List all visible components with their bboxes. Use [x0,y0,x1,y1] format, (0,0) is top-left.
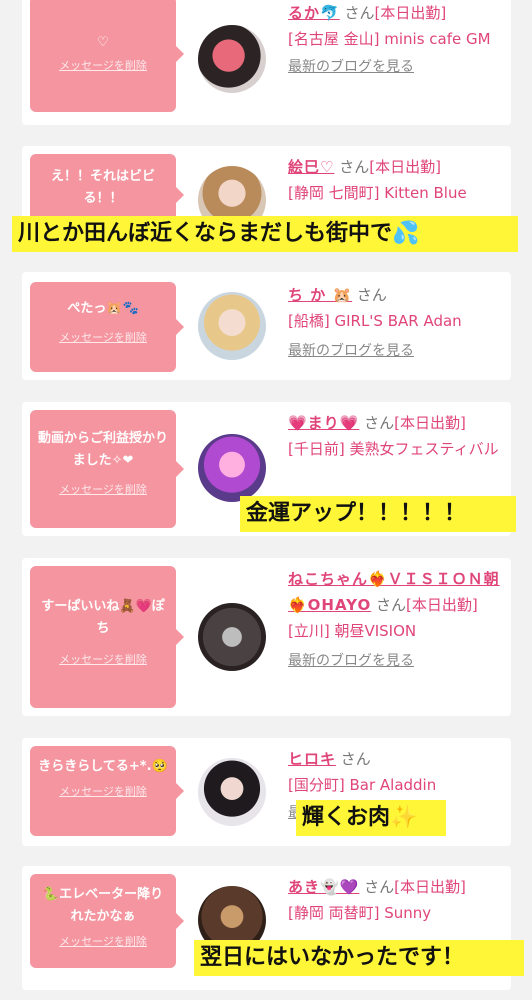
message-text: え！！それはビビる！！ [50,169,155,206]
delete-message-link[interactable]: メッセージを削除 [30,482,176,498]
cast-name-link[interactable]: るか🐬 [288,4,340,22]
cast-info: ねこちゃん❤️‍🔥ＶＩＳＩＯＮ朝❤️‍🔥OHAYO さん[本日出勤] [立川] … [288,566,506,672]
caption-overlay: 金運アップ！！！！！ [240,496,516,532]
shop-name: [千日前] 美熟女フェスティバル [288,440,499,458]
cast-info: あき👻💜 さん[本日出勤] [静岡 両替町] Sunny [288,874,506,926]
avatar[interactable] [198,25,266,93]
cast-info: ち か 🐹 さん [船橋] GIRL'S BAR Adan 最新のブログを見る [288,282,506,362]
delete-message-link[interactable]: メッセージを削除 [30,934,176,950]
cast-info: 絵巳♡ さん[本日出勤] [静岡 七間町] Kitten Blue [288,154,506,206]
message-bubble: 🐍エレベーター降りれたかなぁ メッセージを削除 [30,874,184,968]
caption-overlay: 輝くお肉✨ [296,800,446,836]
message-bubble: ぺたっ🐹🐾 メッセージを削除 [30,282,184,372]
status-badge: [本日出勤] [394,878,466,896]
cast-name-link[interactable]: 絵巳♡ [288,158,334,176]
message-text: きらきらしてる+*.🥺 [38,759,168,774]
message-text: 🐍エレベーター降りれたかなぁ [42,887,164,924]
message-bubble: きらきらしてる+*.🥺 メッセージを削除 [30,746,184,836]
message-card: ♡ メッセージを削除 るか🐬 さん[本日出勤] [名古屋 金山] minis c… [22,0,511,125]
avatar[interactable] [198,434,266,502]
cast-name-link[interactable]: あき👻💜 [288,878,359,896]
blog-link[interactable]: 最新のブログを見る [288,650,506,672]
shop-name: [名古屋 金山] minis cafe GM [288,30,491,48]
delete-message-link[interactable]: メッセージを削除 [30,330,176,346]
message-bubble: すーぱいいね🧸💗ぽち メッセージを削除 [30,566,184,708]
avatar[interactable] [198,603,266,671]
cast-name-link[interactable]: ヒロキ [288,750,336,768]
caption-overlay: 翌日にはいなかったです！ [194,940,524,976]
message-text: すーぱいいね🧸💗ぽち [41,599,165,636]
shop-name: [立川] 朝昼VISION [288,622,417,640]
cast-info: るか🐬 さん[本日出勤] [名古屋 金山] minis cafe GM 最新のブ… [288,0,506,78]
status-badge: [本日出勤] [406,596,478,614]
delete-message-link[interactable]: メッセージを削除 [30,58,176,74]
caption-overlay: 川とか田んぼ近くならまだしも街中で💦 [12,216,518,252]
delete-message-link[interactable]: メッセージを削除 [30,784,176,800]
avatar[interactable] [198,292,266,360]
shop-name: [静岡 七間町] Kitten Blue [288,184,467,202]
cast-info: 💗まり💗 さん[本日出勤] [千日前] 美熟女フェスティバル [288,410,506,462]
shop-name: [国分町] Bar Aladdin [288,776,437,794]
status-badge: [本日出勤] [394,414,466,432]
message-text: 動画からご利益授かりました✧❤ [38,431,169,468]
shop-name: [静岡 両替町] Sunny [288,904,432,922]
cast-name-link[interactable]: 💗まり💗 [288,414,359,432]
status-badge: [本日出勤] [374,4,447,22]
blog-link[interactable]: 最新のブログを見る [288,340,506,362]
message-card: すーぱいいね🧸💗ぽち メッセージを削除 ねこちゃん❤️‍🔥ＶＩＳＩＯＮ朝❤️‍🔥… [22,558,511,716]
message-bubble: 動画からご利益授かりました✧❤ メッセージを削除 [30,410,184,528]
message-text: ♡ [97,35,109,50]
status-badge: [本日出勤] [369,158,441,176]
cast-name-link[interactable]: ち か 🐹 [288,286,352,304]
blog-link[interactable]: 最新のブログを見る [288,56,506,78]
message-bubble: ♡ メッセージを削除 [30,0,184,112]
message-text: ぺたっ🐹🐾 [67,301,139,316]
avatar[interactable] [198,758,266,826]
message-card: ぺたっ🐹🐾 メッセージを削除 ち か 🐹 さん [船橋] GIRL'S BAR … [22,272,511,380]
delete-message-link[interactable]: メッセージを削除 [30,652,176,668]
shop-name: [船橋] GIRL'S BAR Adan [288,312,462,330]
